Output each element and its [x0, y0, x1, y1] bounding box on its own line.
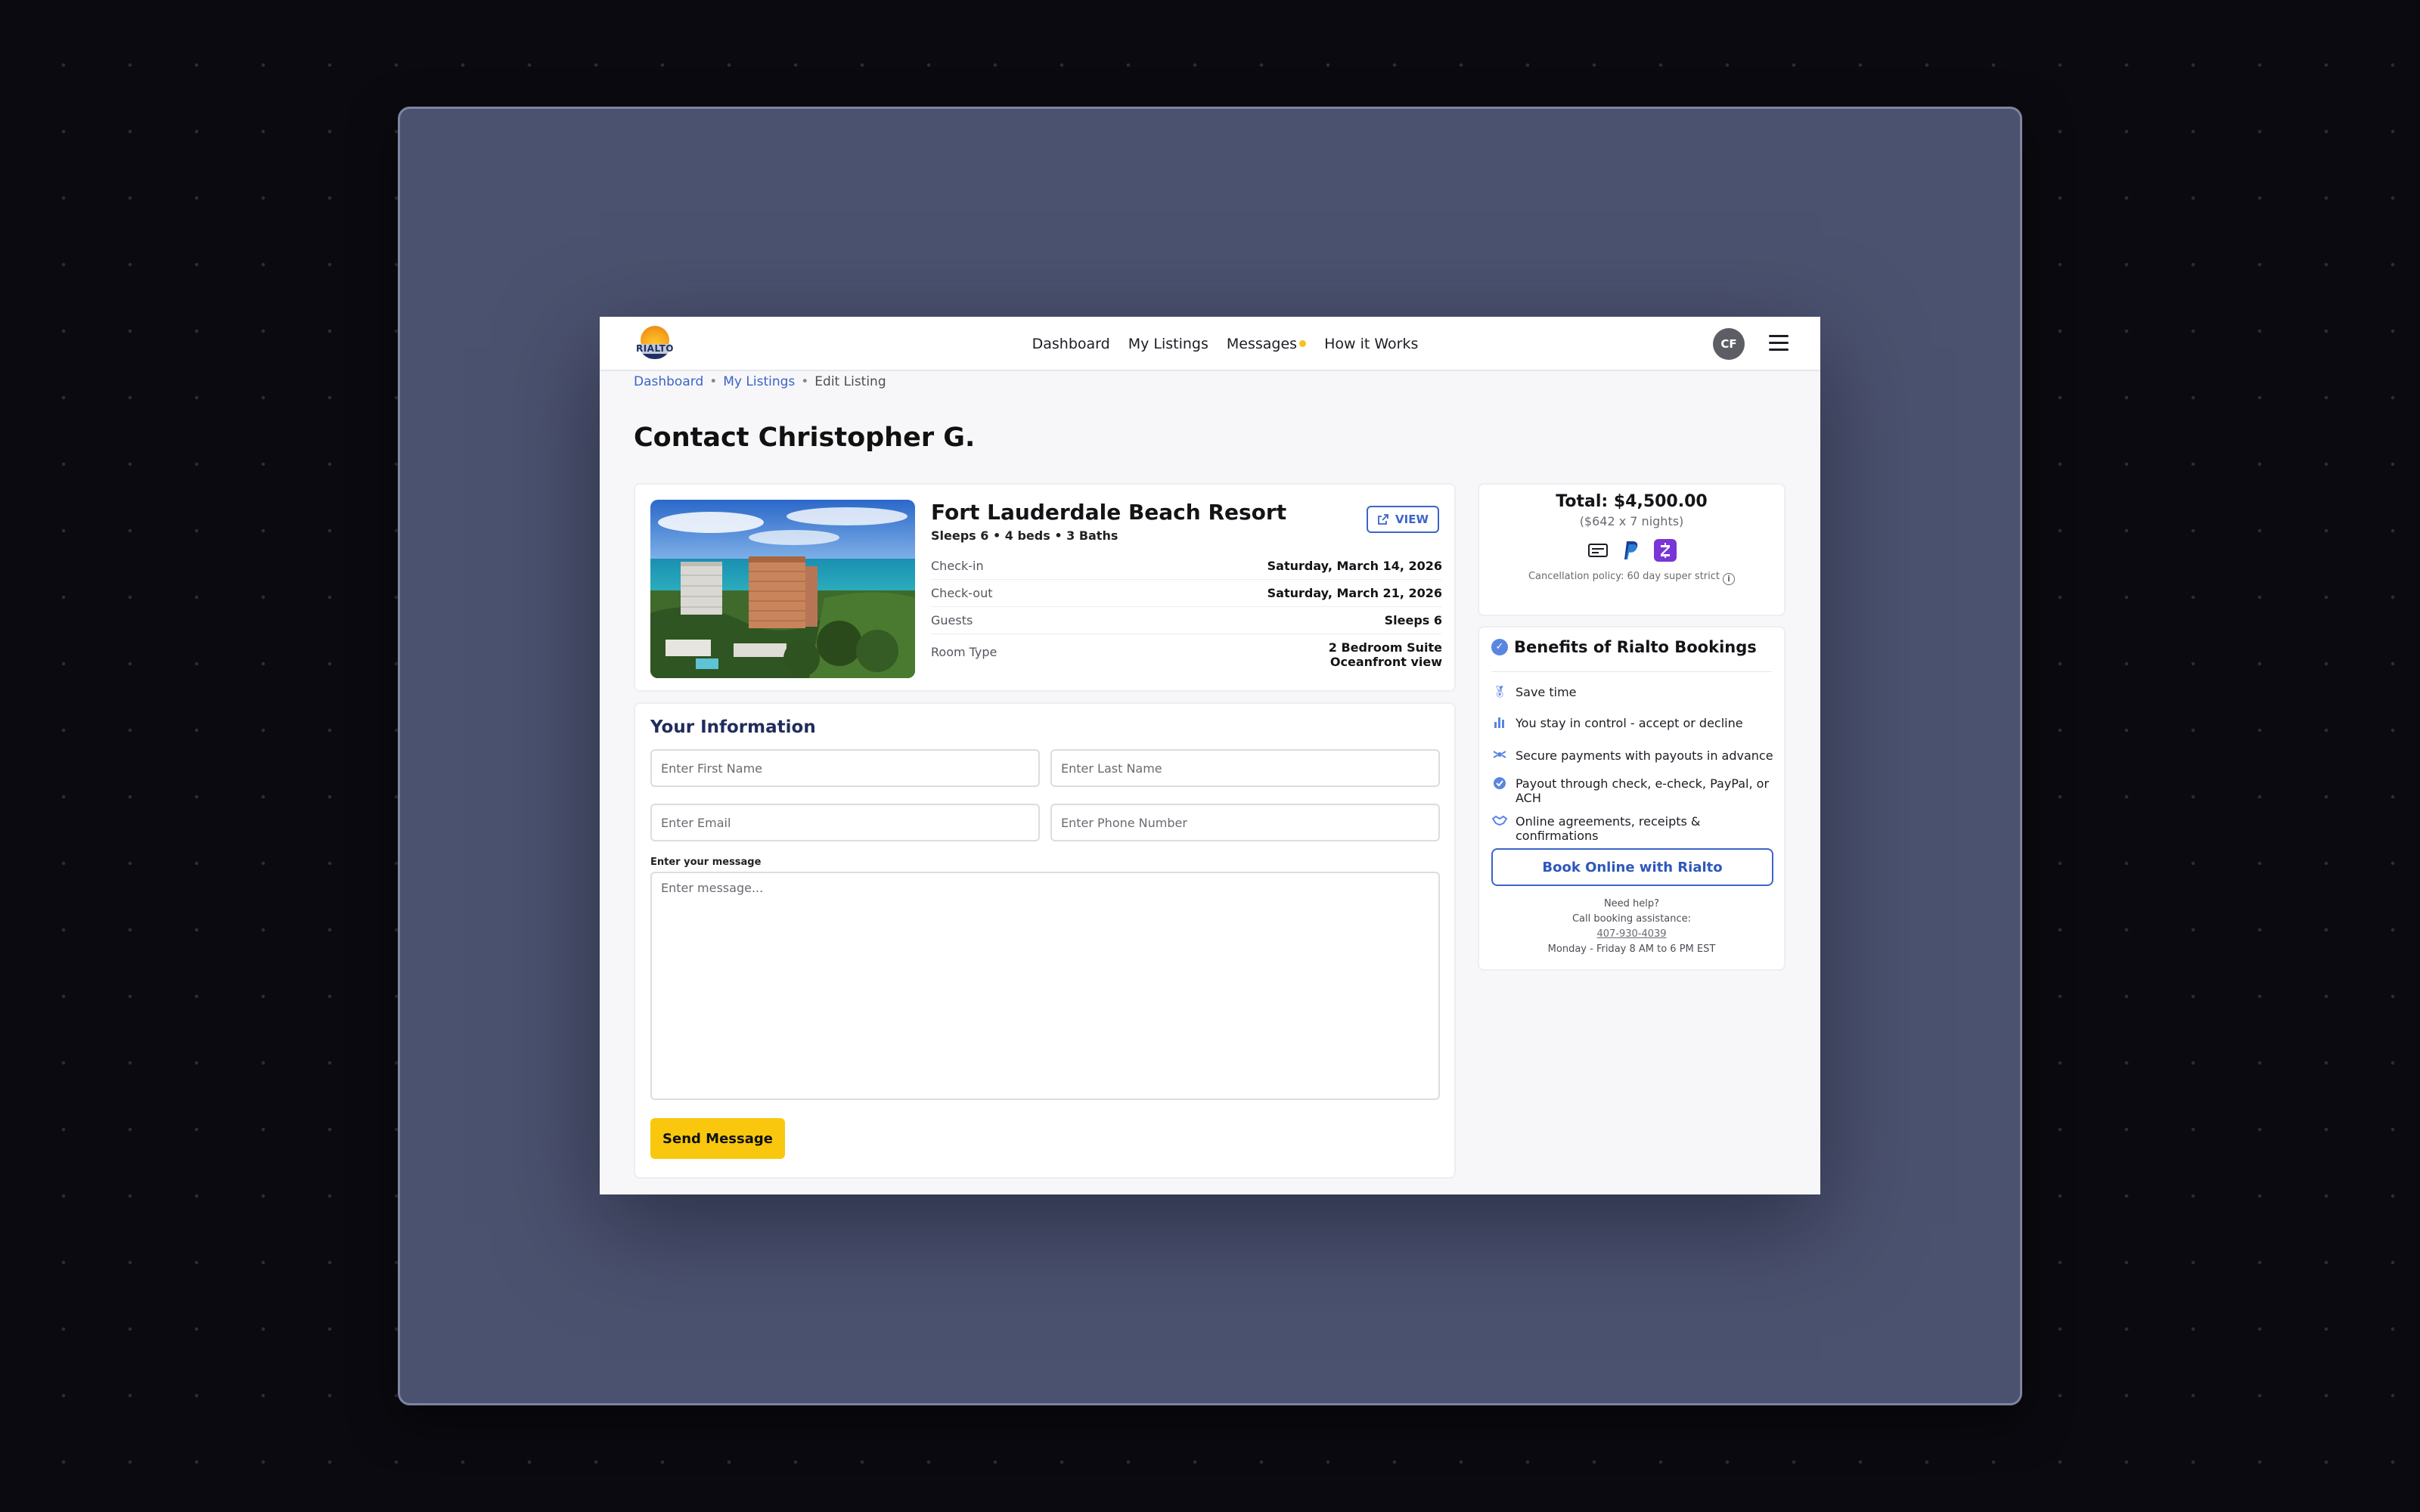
room-type-value: 2 Bedroom Suite	[1328, 640, 1442, 655]
top-navigation-bar: RIALTO Dashboard My Listings Messages Ho…	[600, 317, 1820, 371]
breadcrumb-separator: •	[801, 374, 809, 389]
breadcrumb-my-listings[interactable]: My Listings	[723, 374, 795, 389]
hamburger-menu-icon[interactable]	[1769, 335, 1789, 353]
check-circle-icon	[1491, 776, 1508, 794]
info-icon[interactable]: i	[1723, 573, 1736, 585]
medal-icon: 🏅︎	[1492, 685, 1507, 699]
help-hours: Monday - Friday 8 AM to 6 PM EST	[1547, 943, 1716, 955]
benefit-item: You stay in control - accept or decline	[1491, 716, 1775, 732]
breadcrumb: Dashboard • My Listings • Edit Listing	[634, 374, 886, 389]
benefit-item: Payout through check, e-check, PayPal, o…	[1491, 776, 1775, 805]
price-summary-card: Total: $4,500.00 ($642 x 7 nights) Cance…	[1478, 483, 1786, 616]
nav-my-listings[interactable]: My Listings	[1128, 336, 1208, 352]
breadcrumb-current: Edit Listing	[814, 374, 886, 389]
nav-messages-label: Messages	[1226, 336, 1298, 352]
help-section: Need help? Call booking assistance: 407-…	[1479, 897, 1784, 957]
benefit-label: Save time	[1516, 685, 1577, 699]
detail-key: Check-out	[931, 586, 993, 600]
divider	[1491, 671, 1772, 672]
total-price: Total: $4,500.00	[1556, 492, 1708, 511]
detail-row-guests: Guests Sleeps 6	[931, 607, 1442, 634]
external-link-icon	[1378, 514, 1388, 525]
benefit-item: Secure payments with payouts in advance	[1491, 748, 1775, 764]
detail-value: Saturday, March 14, 2026	[1267, 559, 1442, 573]
detail-key: Guests	[931, 613, 973, 627]
detail-value: Saturday, March 21, 2026	[1267, 586, 1442, 600]
cancellation-text: Cancellation policy: 60 day super strict	[1528, 571, 1720, 582]
handshake-icon	[1491, 814, 1508, 830]
view-listing-button[interactable]: VIEW	[1367, 506, 1439, 533]
listing-photo[interactable]	[650, 500, 915, 678]
nav-messages[interactable]: Messages	[1226, 336, 1307, 352]
benefit-label: Payout through check, e-check, PayPal, o…	[1516, 776, 1770, 805]
phone-link[interactable]: 407-930-4039	[1479, 927, 1784, 942]
zelle-icon	[1653, 539, 1677, 562]
benefit-item: Online agreements, receipts & confirmati…	[1491, 814, 1775, 843]
benefit-label: You stay in control - accept or decline	[1516, 716, 1743, 730]
payment-methods	[1479, 539, 1784, 562]
first-name-input[interactable]: Enter First Name	[650, 749, 1040, 787]
book-online-button[interactable]: Book Online with Rialto	[1491, 848, 1773, 886]
benefit-item: 🏅︎ Save time	[1491, 685, 1775, 699]
detail-key: Room Type	[931, 645, 997, 659]
contact-form-card: Your Information Enter First Name Enter …	[634, 702, 1456, 1179]
send-message-button[interactable]: Send Message	[650, 1118, 785, 1159]
view-listing-label: VIEW	[1395, 513, 1429, 526]
detail-key: Check-in	[931, 559, 984, 573]
room-view-value: Oceanfront view	[1329, 655, 1442, 669]
benefit-label: Online agreements, receipts & confirmati…	[1516, 814, 1701, 843]
nav-dashboard[interactable]: Dashboard	[1032, 336, 1110, 352]
help-heading: Need help?	[1603, 898, 1660, 909]
price-breakdown: ($642 x 7 nights)	[1579, 514, 1684, 528]
main-nav: Dashboard My Listings Messages How it Wo…	[600, 317, 1820, 371]
listing-summary-card: Fort Lauderdale Beach Resort Sleeps 6 • …	[634, 483, 1456, 692]
email-input[interactable]: Enter Email	[650, 804, 1040, 841]
detail-value: Sleeps 6	[1384, 613, 1442, 627]
paypal-icon	[1624, 541, 1637, 559]
message-textarea[interactable]: Enter message...	[650, 872, 1440, 1100]
benefits-heading: ✓ Benefits of Rialto Bookings	[1491, 638, 1757, 656]
page-title: Contact Christopher G.	[634, 423, 976, 453]
help-subheading: Call booking assistance:	[1571, 913, 1692, 925]
cancellation-policy: Cancellation policy: 60 day super strict…	[1479, 571, 1784, 585]
last-name-input[interactable]: Enter Last Name	[1050, 749, 1440, 787]
phone-input[interactable]: Enter Phone Number	[1050, 804, 1440, 841]
unread-dot-icon	[1299, 340, 1307, 347]
verified-check-icon: ✓	[1491, 639, 1508, 655]
benefit-label: Secure payments with payouts in advance	[1516, 748, 1773, 763]
user-avatar[interactable]: CF	[1713, 328, 1745, 360]
message-label: Enter your message	[650, 857, 762, 868]
check-icon	[1587, 544, 1608, 557]
booking-details: Check-in Saturday, March 14, 2026 Check-…	[931, 553, 1442, 675]
detail-row-room-type: Room Type 2 Bedroom Suite Oceanfront vie…	[931, 634, 1442, 675]
secure-payment-icon	[1491, 748, 1508, 764]
detail-row-check-out: Check-out Saturday, March 21, 2026	[931, 580, 1442, 607]
listing-name: Fort Lauderdale Beach Resort	[931, 500, 1287, 525]
listing-capacity: Sleeps 6 • 4 beds • 3 Baths	[931, 528, 1118, 543]
form-title: Your Information	[650, 717, 816, 737]
detail-row-check-in: Check-in Saturday, March 14, 2026	[931, 553, 1442, 580]
nav-how-it-works[interactable]: How it Works	[1324, 336, 1418, 352]
bar-chart-icon	[1491, 716, 1508, 732]
benefits-card: ✓ Benefits of Rialto Bookings 🏅︎ Save ti…	[1478, 626, 1786, 971]
breadcrumb-separator: •	[709, 374, 718, 389]
benefits-list: 🏅︎ Save time You stay in control - accep…	[1491, 685, 1775, 852]
breadcrumb-dashboard[interactable]: Dashboard	[634, 374, 703, 389]
detail-value: 2 Bedroom Suite Oceanfront view	[1329, 640, 1442, 669]
app-window: RIALTO Dashboard My Listings Messages Ho…	[600, 317, 1820, 1194]
benefits-title: Benefits of Rialto Bookings	[1514, 638, 1757, 656]
